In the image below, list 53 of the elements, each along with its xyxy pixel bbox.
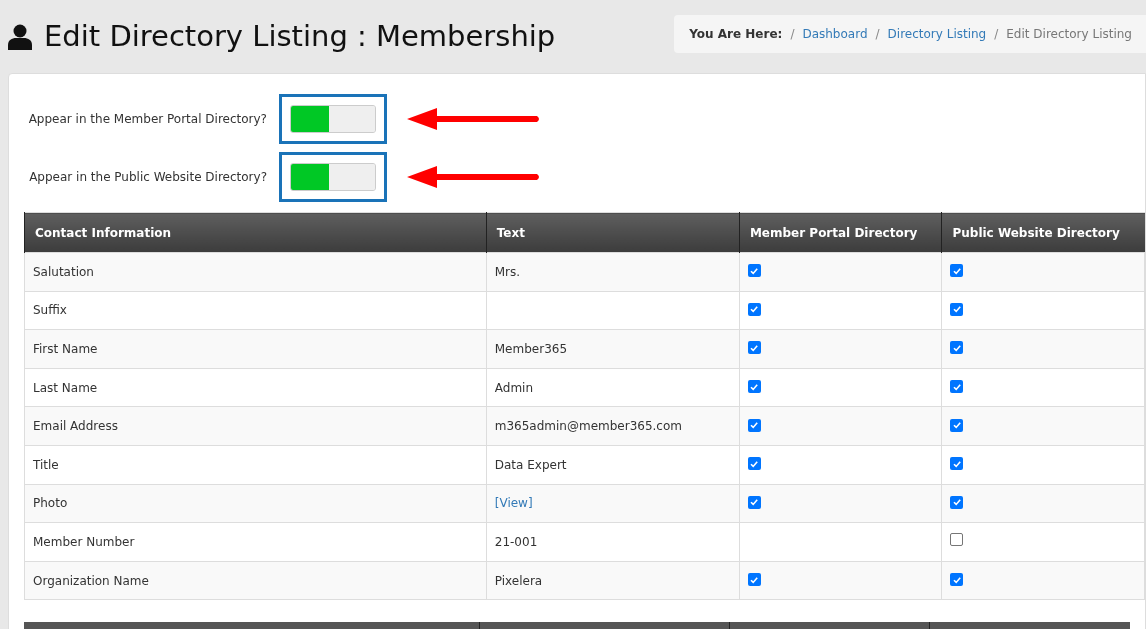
column-header: Public Website Directory <box>941 212 1145 253</box>
table-cell: 21-001 <box>494 534 538 549</box>
column-header: Text <box>486 212 740 253</box>
view-link[interactable]: [View] <box>494 496 533 511</box>
user-icon <box>8 23 32 50</box>
toggle-switch[interactable] <box>290 105 376 133</box>
toggle-label: Appear in the Member Portal Directory? <box>27 111 268 128</box>
toggle-switch[interactable] <box>290 163 376 191</box>
table-cell: Suffix <box>24 291 487 330</box>
arrow-icon <box>407 166 542 188</box>
checkbox[interactable] <box>747 457 761 471</box>
table-cell: Title <box>24 445 487 485</box>
checkbox[interactable] <box>747 418 761 432</box>
table-cell: Organization Name <box>24 561 487 600</box>
checkbox[interactable] <box>747 573 761 587</box>
table-cell: Photo <box>24 484 487 523</box>
checkbox[interactable] <box>950 573 964 587</box>
table-cell: Admin <box>494 380 533 395</box>
arrow-icon <box>407 108 542 130</box>
table-cell: Data Expert <box>494 457 567 472</box>
checkbox[interactable] <box>747 302 761 316</box>
checkbox[interactable] <box>950 418 964 432</box>
table-cell: m365admin@member365.com <box>494 419 682 434</box>
table-cell: Salutation <box>24 252 487 292</box>
breadcrumb-link[interactable]: Directory Listing <box>887 24 987 43</box>
checkbox[interactable] <box>950 532 964 546</box>
checkbox[interactable] <box>950 341 964 355</box>
column-header: Member Portal Directory <box>739 212 942 253</box>
breadcrumb-separator: / <box>790 25 795 43</box>
checkbox[interactable] <box>950 495 964 509</box>
checkbox[interactable] <box>950 457 964 471</box>
column-header: Contact Information <box>24 212 487 253</box>
table-cell: First Name <box>24 329 487 369</box>
checkbox[interactable] <box>747 495 761 509</box>
toggle-label: Appear in the Public Website Directory? <box>28 169 268 186</box>
page-title: Edit Directory Listing : Membership <box>44 17 556 55</box>
checkbox[interactable] <box>747 264 761 278</box>
checkbox[interactable] <box>950 380 964 394</box>
table-cell: Mrs. <box>494 264 521 279</box>
table-cell: Pixelera <box>494 573 543 588</box>
checkbox[interactable] <box>747 380 761 394</box>
checkbox[interactable] <box>747 341 761 355</box>
breadcrumb-separator: / <box>875 25 880 43</box>
breadcrumb-link[interactable]: Dashboard <box>802 24 868 43</box>
breadcrumb-separator: / <box>994 25 999 43</box>
table-cell: Member365 <box>494 342 568 356</box>
breadcrumb-current: Edit Directory Listing <box>1006 25 1132 43</box>
table-cell: Email Address <box>24 406 487 446</box>
table-cell: Member Number <box>24 522 487 562</box>
breadcrumb-label: You Are Here: <box>689 25 783 43</box>
checkbox[interactable] <box>950 302 964 316</box>
table-cell: Last Name <box>24 368 487 407</box>
checkbox[interactable] <box>950 264 964 278</box>
